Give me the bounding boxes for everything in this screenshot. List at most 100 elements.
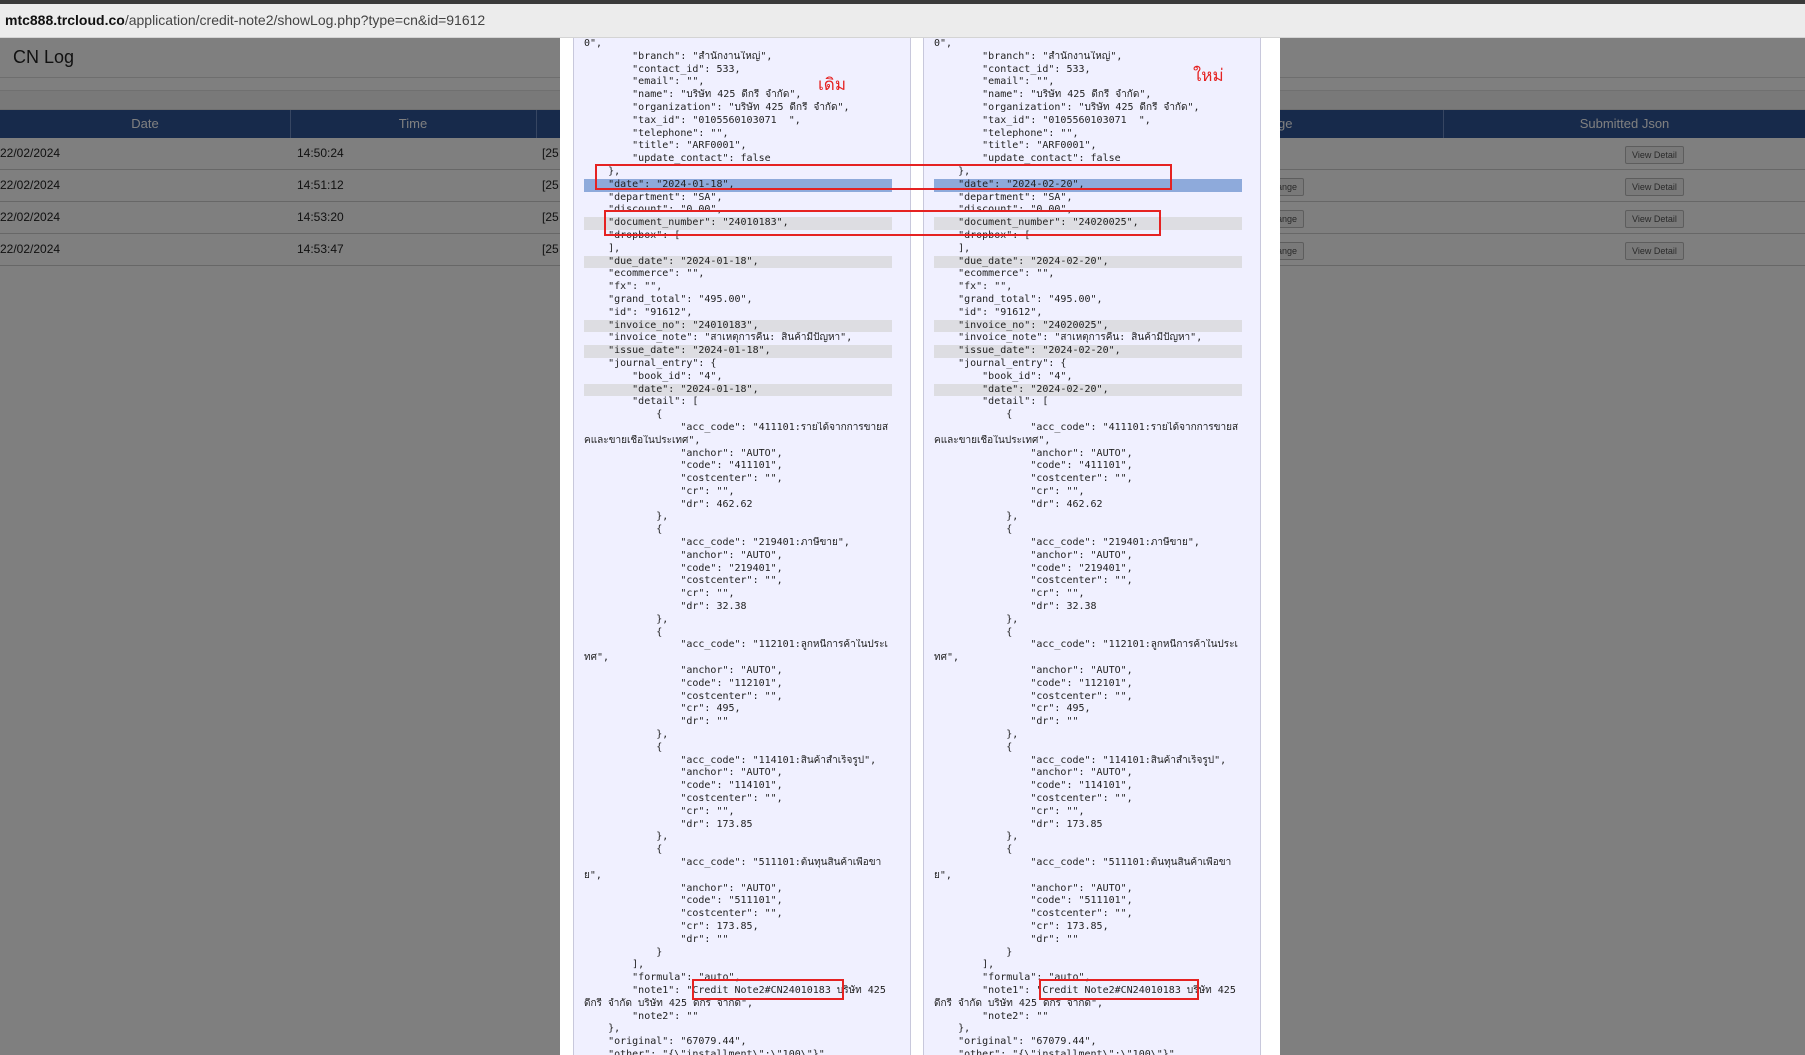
json-line: "original": "67079.44", [934, 1036, 1097, 1048]
address-bar[interactable]: mtc888.trcloud.co/application/credit-not… [0, 4, 1805, 38]
json-line: "branch": "สำนักงานใหญ่", [584, 50, 773, 62]
json-line: "dr": "" [934, 933, 1079, 945]
json-line: "issue_date": "2024-01-18", [584, 345, 892, 358]
json-line: "ecommerce": "", [584, 268, 705, 280]
json-line: คและขายเชื่อในประเทศ", [934, 434, 1051, 446]
json-line: "dr": "" [584, 933, 729, 945]
json-line: คและขายเชื่อในประเทศ", [584, 434, 701, 446]
json-line: "ecommerce": "", [934, 268, 1055, 280]
json-line: "note2": "" [584, 1010, 699, 1022]
json-line: "other": "{\"installment\":\"100\"}", [584, 1048, 831, 1055]
json-line: }, [584, 1023, 621, 1035]
json-line: "code": "112101", [584, 677, 783, 689]
json-line: "code": "114101", [584, 780, 783, 792]
url-path: /application/credit-note2/showLog.php?ty… [124, 12, 486, 28]
json-line: "book_id": "4", [584, 370, 723, 382]
json-line: } [934, 946, 1013, 958]
json-line: { [934, 524, 1013, 536]
json-line: "cr": "", [934, 485, 1085, 497]
json-line: { [584, 844, 663, 856]
json-line: "department": "SA", [584, 191, 723, 203]
json-line: ย", [584, 869, 602, 881]
json-line: "grand_total": "495.00", [584, 293, 753, 305]
json-line: "code": "511101", [934, 895, 1133, 907]
json-line: "title": "ARF0001", [934, 140, 1097, 152]
json-line: "book_id": "4", [934, 370, 1073, 382]
json-line: } [584, 946, 663, 958]
json-line: "dr": "" [934, 716, 1079, 728]
json-line: "code": "411101", [584, 460, 783, 472]
json-line: }, [584, 831, 669, 843]
diff-modal: 0", "branch": "สำนักงานใหญ่", "contact_i… [560, 38, 1280, 1055]
label-new: ใหม่ [1193, 66, 1224, 85]
json-line: "acc_code": "411101:รายได้จากการขายส [584, 421, 889, 433]
json-line: "costcenter": "", [934, 793, 1133, 805]
json-line: "dr": 173.85 [584, 818, 753, 830]
json-line: "anchor": "AUTO", [934, 549, 1133, 561]
json-line: "dr": 32.38 [584, 601, 747, 613]
json-line: "anchor": "AUTO", [934, 665, 1133, 677]
highlight-box-document-number [604, 210, 1161, 236]
json-line: "name": "บริษัท 425 ดีกรี จำกัด", [934, 89, 1152, 101]
json-line: ทศ", [934, 652, 959, 664]
json-line: { [584, 741, 663, 753]
json-line: "acc_code": "511101:ต้นทุนสินค้าเพื่อขา [934, 857, 1232, 868]
json-line: "note2": "" [934, 1010, 1049, 1022]
json-line: { [934, 409, 1013, 421]
json-line: "cr": "", [584, 588, 735, 600]
json-line: "costcenter": "", [934, 473, 1133, 485]
json-line: "cr": 173.85, [934, 920, 1109, 932]
json-line: "code": "219401", [934, 562, 1133, 574]
json-line: { [584, 626, 663, 638]
json-line: "dr": 462.62 [934, 498, 1103, 510]
json-line: }, [584, 613, 669, 625]
json-line: ], [584, 959, 645, 971]
json-line: "cr": "", [934, 805, 1085, 817]
highlight-box-note1-old [692, 979, 844, 1000]
json-line: "invoice_no": "24020025", [934, 319, 1242, 333]
json-line: "organization": "บริษัท 425 ดีกรี จำกัด"… [934, 101, 1200, 113]
json-line: { [934, 626, 1013, 638]
json-line: "costcenter": "", [584, 793, 783, 805]
json-line: "department": "SA", [934, 191, 1073, 203]
json-line: "anchor": "AUTO", [934, 767, 1133, 779]
json-line: "acc_code": "219401:ภาษีขาย", [934, 537, 1200, 549]
json-line: "code": "411101", [934, 460, 1133, 472]
json-line: "telephone": "", [584, 127, 729, 139]
json-line: "issue_date": "2024-02-20", [934, 345, 1242, 358]
json-line: "acc_code": "112101:ลูกหนี้การค้าในประเ [584, 639, 888, 651]
json-line: "costcenter": "", [584, 690, 783, 702]
json-line: "anchor": "AUTO", [584, 549, 783, 561]
json-code-new: 0", "branch": "สำนักงานใหญ่", "contact_i… [934, 38, 1242, 1055]
json-line: "tax_id": "0105560103071 ", [934, 114, 1151, 126]
json-line: "telephone": "", [934, 127, 1079, 139]
json-line: 0", [934, 38, 953, 49]
json-line: "tax_id": "0105560103071 ", [584, 114, 801, 126]
json-pane-old[interactable]: 0", "branch": "สำนักงานใหญ่", "contact_i… [573, 38, 911, 1055]
json-line: "dr": "" [584, 716, 729, 728]
json-line: "code": "112101", [934, 677, 1133, 689]
json-pane-new[interactable]: 0", "branch": "สำนักงานใหญ่", "contact_i… [923, 38, 1261, 1055]
json-line: "dr": 462.62 [584, 498, 753, 510]
json-line: "cr": "", [584, 805, 735, 817]
json-line: "code": "219401", [584, 562, 783, 574]
json-line: "anchor": "AUTO", [584, 882, 783, 894]
json-line: "fx": "", [584, 281, 663, 293]
json-line: "cr": "", [934, 588, 1085, 600]
json-line: "detail": [ [584, 396, 699, 408]
json-line: "acc_code": "112101:ลูกหนี้การค้าในประเ [934, 639, 1238, 651]
json-line: "id": "91612", [584, 306, 693, 318]
json-line: "title": "ARF0001", [584, 140, 747, 152]
highlight-box-note1-new [1039, 979, 1199, 1000]
json-line: }, [934, 613, 1019, 625]
url-text[interactable]: mtc888.trcloud.co/application/credit-not… [5, 12, 485, 28]
json-code-old: 0", "branch": "สำนักงานใหญ่", "contact_i… [584, 38, 892, 1055]
json-line: ย", [934, 869, 952, 881]
json-line: "other": "{\"installment\":\"100\"}", [934, 1048, 1181, 1055]
json-line: }, [934, 1023, 971, 1035]
json-line: ทศ", [584, 652, 609, 664]
json-line: }, [934, 511, 1019, 523]
json-line: "acc_code": "114101:สินค้าสำเร็จรูป", [934, 754, 1227, 766]
json-line: }, [584, 729, 669, 741]
json-line: "detail": [ [934, 396, 1049, 408]
